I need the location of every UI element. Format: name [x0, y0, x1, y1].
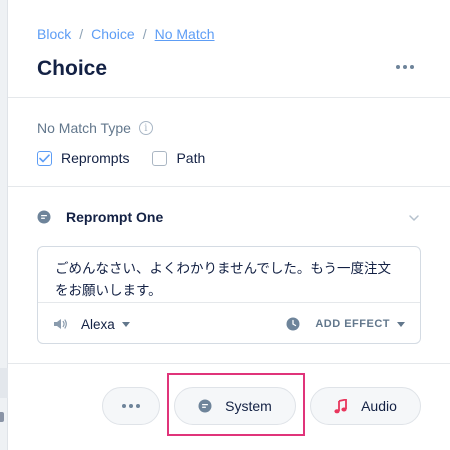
- audio-button[interactable]: Audio: [310, 387, 421, 425]
- breadcrumb-block[interactable]: Block: [37, 26, 71, 42]
- more-step-types-button[interactable]: [102, 387, 160, 425]
- caret-down-icon: [397, 321, 405, 327]
- page-title: Choice: [37, 57, 108, 80]
- panel-header: Block / Choice / No Match Choice: [8, 0, 450, 98]
- breadcrumb-separator: /: [142, 26, 147, 42]
- breadcrumb: Block / Choice / No Match: [37, 26, 215, 42]
- chevron-down-icon[interactable]: [407, 211, 421, 225]
- audio-button-label: Audio: [361, 398, 397, 414]
- system-button-label: System: [225, 398, 272, 414]
- left-canvas-strip: [0, 0, 8, 450]
- voice-select-value: Alexa: [81, 316, 115, 332]
- editor-panel: Block / Choice / No Match Choice No Match Ty…: [8, 0, 450, 450]
- music-note-icon: [334, 398, 347, 413]
- path-checkbox[interactable]: [152, 150, 168, 166]
- no-match-section: No Match Type i Reprompts Path: [8, 98, 450, 187]
- more-dot-icon: [396, 65, 400, 69]
- no-match-type-label: No Match Type i: [37, 120, 153, 136]
- path-option[interactable]: Path: [152, 150, 205, 166]
- speech-bubble-icon: [198, 399, 212, 413]
- reprompt-text-input[interactable]: ごめんなさい、よくわかりませんでした。もう一度注文をお願いします。: [38, 247, 420, 303]
- clock-icon: [286, 317, 300, 331]
- reprompt-editor: ごめんなさい、よくわかりませんでした。もう一度注文をお願いします。 Alexa: [37, 246, 421, 344]
- breadcrumb-choice[interactable]: Choice: [91, 26, 135, 42]
- reprompt-section: Reprompt One ごめんなさい、よくわかりませんでした。もう一度注文をお…: [8, 187, 450, 364]
- reprompts-label: Reprompts: [61, 150, 130, 166]
- reprompt-editor-footer: Alexa ADD EFFECT: [38, 304, 420, 344]
- canvas-connector: [0, 412, 4, 422]
- more-dot-icon: [129, 404, 133, 408]
- more-options-button[interactable]: [392, 56, 418, 78]
- reprompts-checkbox[interactable]: [37, 150, 52, 166]
- breadcrumb-separator: /: [79, 26, 84, 42]
- speech-bubble-icon: [37, 210, 51, 224]
- more-dot-icon: [410, 65, 414, 69]
- more-dot-icon: [403, 65, 407, 69]
- no-match-type-text: No Match Type: [37, 120, 131, 136]
- more-dot-icon: [136, 404, 140, 408]
- reprompt-title: Reprompt One: [66, 209, 164, 225]
- more-dot-icon: [122, 404, 126, 408]
- add-effect-label: ADD EFFECT: [315, 318, 390, 330]
- checkmark-icon: [39, 153, 50, 162]
- breadcrumb-no-match[interactable]: No Match: [155, 26, 215, 42]
- caret-down-icon: [121, 321, 130, 327]
- no-match-type-options: Reprompts Path: [37, 150, 228, 166]
- voice-select[interactable]: Alexa: [53, 317, 130, 332]
- system-button[interactable]: System: [174, 387, 296, 425]
- info-icon[interactable]: i: [138, 121, 153, 135]
- reprompts-option[interactable]: Reprompts: [37, 150, 129, 166]
- reprompt-header[interactable]: Reprompt One: [37, 209, 163, 225]
- path-label: Path: [176, 150, 206, 166]
- speaker-icon: [54, 319, 67, 329]
- canvas-band: [0, 368, 8, 398]
- add-effect-dropdown[interactable]: ADD EFFECT: [286, 317, 405, 331]
